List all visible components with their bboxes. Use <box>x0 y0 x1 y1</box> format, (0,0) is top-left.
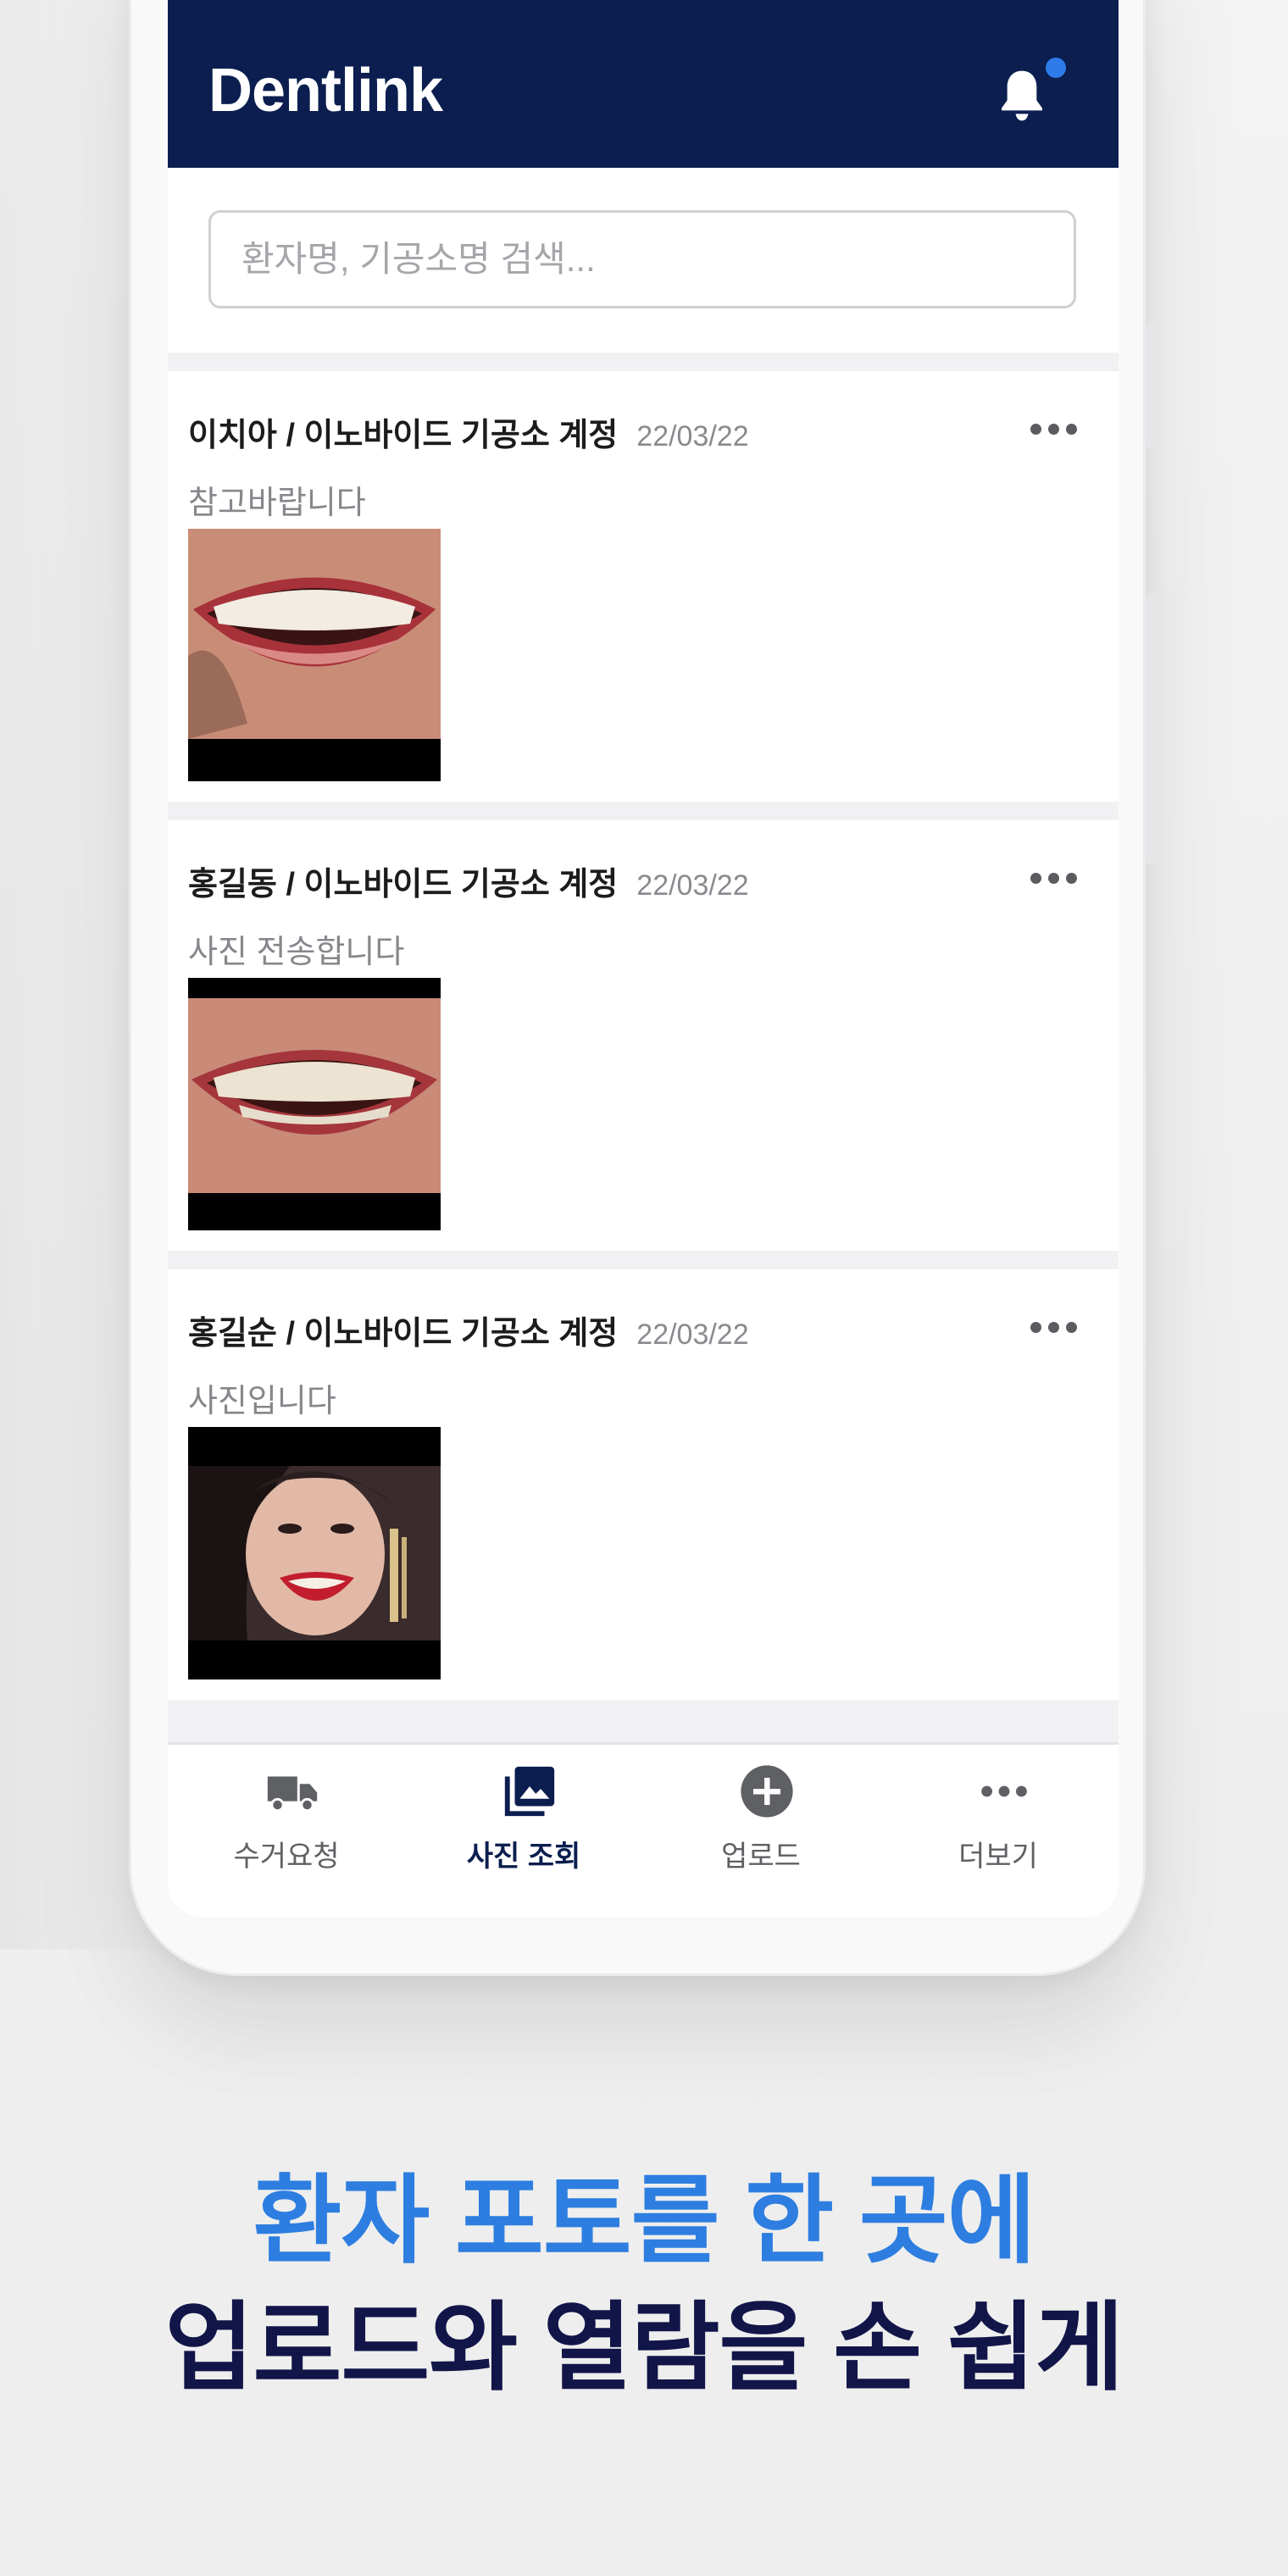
nav-label: 더보기 <box>958 1840 1038 1873</box>
post-message: 참고바랍니다 <box>188 486 366 521</box>
promo-headline: 환자 포토를 한 곳에 <box>253 2168 1035 2275</box>
post-message: 사진 전송합니다 <box>188 935 405 970</box>
nav-item-upload[interactable]: 업로드 <box>642 1745 880 1917</box>
bottom-nav: 수거요청 사진 조회 업로드 더보기 <box>168 1742 1119 1917</box>
list-item[interactable]: 이치아 / 이노바이드 기공소 계정 22/03/22 참고바랍니다 <box>168 371 1119 802</box>
nav-item-pickup-request[interactable]: 수거요청 <box>168 1745 405 1917</box>
app-title: Dentlink <box>208 57 443 125</box>
post-author: 홍길동 / 이노바이드 기공소 계정 <box>188 867 619 902</box>
photo-icon <box>504 1766 555 1817</box>
post-header: 홍길동 / 이노바이드 기공소 계정 22/03/22 <box>188 858 749 904</box>
phone-side-button <box>1146 593 1158 864</box>
post-photo-thumbnail[interactable] <box>188 1427 441 1679</box>
post-author: 이치아 / 이노바이드 기공소 계정 <box>188 418 619 453</box>
more-icon <box>981 1785 1027 1797</box>
post-photo-thumbnail[interactable] <box>188 529 441 781</box>
app-header: Dentlink <box>168 0 1119 168</box>
search-bar <box>168 168 1119 353</box>
more-options-icon[interactable] <box>1030 1322 1078 1335</box>
notification-dot <box>1046 58 1066 78</box>
app-screen: Dentlink 이치아 / 이노바이드 기공소 계정 22/03/22 참고바랍… <box>168 0 1119 1917</box>
truck-icon <box>267 1776 318 1813</box>
nav-label: 업로드 <box>721 1840 801 1873</box>
post-message: 사진입니다 <box>188 1384 336 1419</box>
post-date: 22/03/22 <box>636 420 749 452</box>
post-header: 이치아 / 이노바이드 기공소 계정 22/03/22 <box>188 408 749 455</box>
promo-subheadline: 업로드와 열람을 손 쉽게 <box>164 2295 1124 2402</box>
notification-bell-icon[interactable] <box>995 66 1049 125</box>
post-date: 22/03/22 <box>636 1319 749 1351</box>
phone-side-button <box>1146 322 1158 449</box>
more-options-icon[interactable] <box>1030 873 1078 886</box>
plus-circle-icon <box>741 1765 793 1818</box>
post-author: 홍길순 / 이노바이드 기공소 계정 <box>188 1316 619 1352</box>
list-divider <box>168 353 1119 371</box>
nav-item-photo-view[interactable]: 사진 조회 <box>405 1745 642 1917</box>
list-divider <box>168 802 1119 820</box>
post-photo-thumbnail[interactable] <box>188 978 441 1230</box>
post-date: 22/03/22 <box>636 869 749 902</box>
more-options-icon[interactable] <box>1030 424 1078 437</box>
search-input[interactable] <box>208 210 1076 308</box>
list-item[interactable]: 홍길순 / 이노바이드 기공소 계정 22/03/22 사진입니다 <box>168 1269 1119 1700</box>
list-item[interactable]: 홍길동 / 이노바이드 기공소 계정 22/03/22 사진 전송합니다 <box>168 820 1119 1251</box>
list-divider <box>168 1700 1119 1742</box>
post-header: 홍길순 / 이노바이드 기공소 계정 22/03/22 <box>188 1307 749 1353</box>
list-divider <box>168 1251 1119 1269</box>
nav-label: 사진 조회 <box>466 1840 581 1873</box>
nav-item-more[interactable]: 더보기 <box>880 1745 1117 1917</box>
nav-label: 수거요청 <box>233 1840 340 1873</box>
